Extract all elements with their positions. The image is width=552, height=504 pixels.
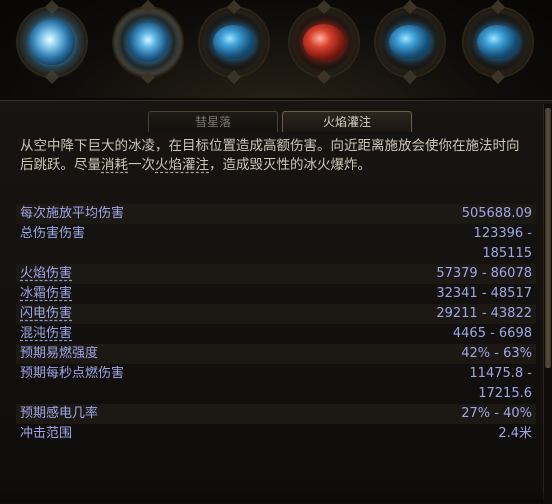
stat-row: 预期感电几率 27% - 40% — [16, 404, 536, 424]
blue-gem-icon-2 — [389, 25, 431, 59]
gem-slot-2[interactable] — [110, 4, 186, 80]
bottom-fade — [0, 489, 544, 503]
skill-description: 从空中降下巨大的冰凌，在目标位置造成高额伤害。向近距离施放会使你在施法时向后跳跃… — [20, 138, 520, 173]
red-gem-icon — [303, 24, 345, 60]
tab-comet[interactable]: 彗星落 — [148, 111, 278, 132]
stats-scrollbar[interactable] — [543, 104, 552, 503]
stat-row: 每次施放平均伤害 505688.09 — [16, 204, 536, 224]
gem-slot-1[interactable] — [14, 4, 90, 80]
frost-orb-gem-icon — [128, 22, 168, 62]
orb-gem-icon — [29, 19, 75, 65]
keyword-consume: 消耗 — [101, 157, 128, 173]
keyword-fire-infusion: 火焰灌注 — [155, 157, 209, 173]
gem-slot-6[interactable] — [460, 4, 536, 80]
gem-strip — [0, 0, 552, 98]
blue-gem-icon-1 — [213, 25, 255, 59]
gem-slot-3[interactable] — [196, 4, 272, 80]
skill-panel: 彗星落 火焰灌注 从空中降下巨大的冰凌，在目标位置造成高额伤害。向近距离施放会使… — [0, 100, 552, 504]
stat-row: 预期每秒点燃伤害 11475.8 - 17215.6 — [20, 366, 532, 401]
scrollbar-thumb[interactable] — [545, 108, 551, 368]
stat-row: 冲击范围 2.4米 — [20, 426, 532, 441]
stat-row: 总伤害伤害 123396 - 185115 — [20, 226, 532, 261]
gem-slot-5[interactable] — [372, 4, 448, 80]
stat-row: 闪电伤害 29211 - 43822 — [16, 304, 536, 324]
skill-tabs: 彗星落 火焰灌注 — [148, 111, 416, 133]
stat-row: 冰霜伤害 32341 - 48517 — [20, 286, 532, 301]
gem-slot-4[interactable] — [286, 4, 362, 80]
blue-gem-icon-3 — [477, 25, 519, 59]
tab-fire-infusion[interactable]: 火焰灌注 — [282, 111, 412, 132]
stat-row: 混沌伤害 4465 - 6698 — [20, 326, 532, 341]
stat-row: 预期易燃强度 42% - 63% — [16, 344, 536, 364]
stats-table: 每次施放平均伤害 505688.09 总伤害伤害 123396 - 185115… — [16, 204, 536, 444]
stat-row: 火焰伤害 57379 - 86078 — [16, 264, 536, 284]
